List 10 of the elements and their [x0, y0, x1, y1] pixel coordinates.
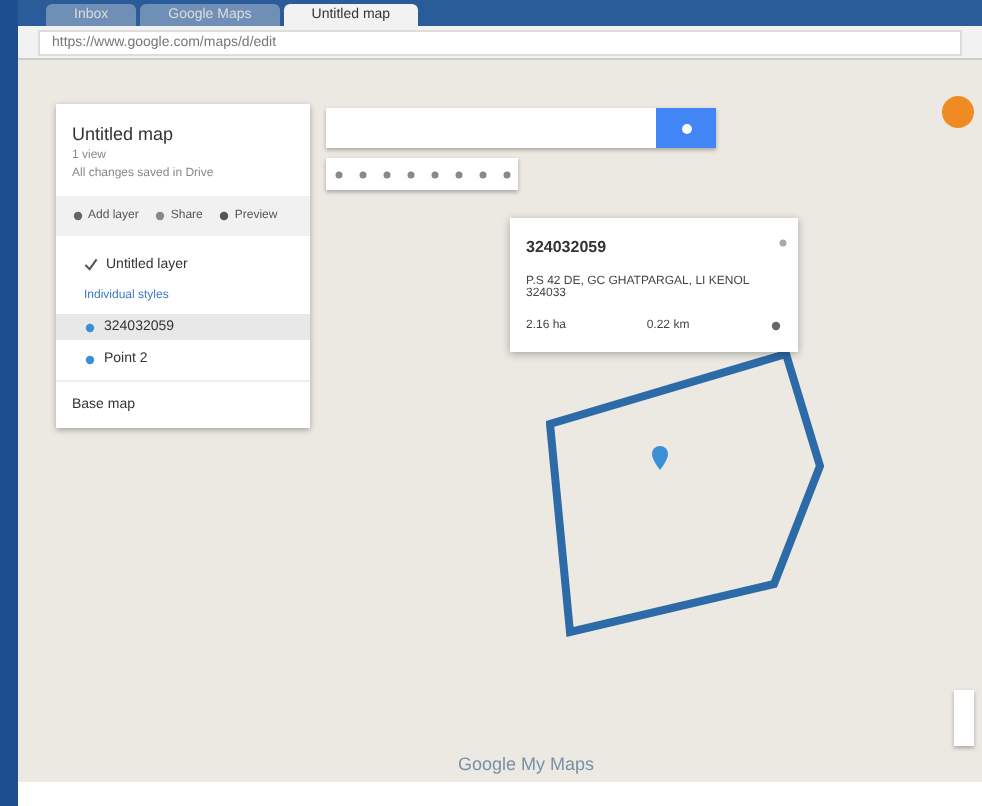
avatar[interactable]: [942, 96, 974, 128]
map-pin-icon[interactable]: [652, 446, 668, 470]
popup-title: 324032059: [526, 238, 609, 256]
tool-button[interactable]: [326, 158, 350, 190]
brand-logo: Google My Maps: [458, 754, 595, 774]
checkbox[interactable]: [84, 258, 98, 272]
search-button[interactable]: [656, 108, 716, 148]
search-field[interactable]: [326, 108, 656, 148]
tool-button[interactable]: [494, 158, 518, 190]
map-title[interactable]: Untitled map: [72, 124, 294, 144]
